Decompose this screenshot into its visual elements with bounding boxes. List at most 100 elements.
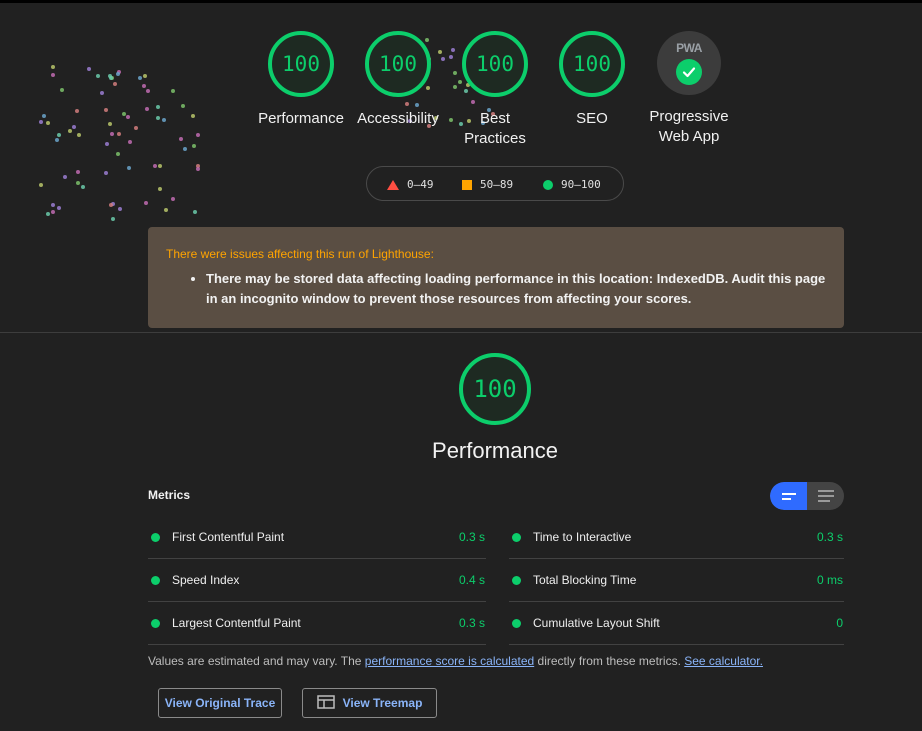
confetti-dot xyxy=(116,151,121,156)
confetti-dot xyxy=(190,113,195,118)
see-calculator-link[interactable]: See calculator. xyxy=(684,654,763,668)
metric-name: First Contentful Paint xyxy=(172,530,285,544)
confetti-dot xyxy=(75,180,80,185)
confetti-dot xyxy=(50,210,55,215)
score-calculation-link[interactable]: performance score is calculated xyxy=(365,654,534,668)
gauge-accessibility[interactable]: 100 Accessibility xyxy=(343,31,453,129)
gauge-label: Best Practices xyxy=(464,110,526,147)
metrics-note: Values are estimated and may vary. The p… xyxy=(148,654,763,668)
confetti-dot xyxy=(157,164,162,169)
confetti-dot xyxy=(55,138,60,143)
confetti-dot xyxy=(103,170,108,175)
confetti-dot xyxy=(104,141,109,146)
confetti-dot xyxy=(170,88,175,93)
metrics-column-left: First Contentful Paint 0.3 s Speed Index… xyxy=(148,516,486,645)
confetti-dot xyxy=(46,212,50,217)
confetti-dot xyxy=(191,144,196,149)
confetti-dot xyxy=(59,88,64,93)
confetti-dot xyxy=(116,72,121,77)
metric-value: 0 ms xyxy=(816,573,843,587)
confetti-dot xyxy=(57,133,62,138)
confetti-dot xyxy=(143,74,148,79)
metric-value: 0.3 s xyxy=(458,530,485,544)
confetti-dot xyxy=(39,119,44,124)
confetti-dot xyxy=(109,203,114,208)
gauge-seo[interactable]: 100 SEO xyxy=(537,31,647,129)
confetti-dot xyxy=(125,114,130,119)
gauge-label: Progressive Web App xyxy=(649,108,729,145)
metric-name: Time to Interactive xyxy=(533,530,632,544)
metric-row: Largest Contentful Paint 0.3 s xyxy=(148,602,486,645)
confetti-dot xyxy=(108,122,113,127)
pass-circle-icon xyxy=(151,619,160,628)
confetti-dot xyxy=(142,83,147,88)
confetti-dot xyxy=(51,72,56,77)
metrics-heading: Metrics xyxy=(148,488,191,502)
section-divider xyxy=(0,332,922,333)
treemap-icon xyxy=(316,694,335,712)
legend-pass-label: 90–100 xyxy=(561,178,601,191)
checkmark-icon xyxy=(676,59,702,85)
metric-name: Largest Contentful Paint xyxy=(172,616,301,630)
metric-row: Total Blocking Time 0 ms xyxy=(509,559,844,602)
view-treemap-button[interactable]: View Treemap xyxy=(302,688,437,718)
confetti-dot xyxy=(81,184,86,189)
confetti-dot xyxy=(163,208,168,213)
warning-item: There may be stored data affecting loadi… xyxy=(206,269,826,309)
gauge-label: Performance xyxy=(258,110,344,127)
pwa-logo-text: PWA xyxy=(676,41,702,55)
confetti-dot xyxy=(182,146,187,151)
confetti-dot xyxy=(110,132,115,137)
score-ring: 100 xyxy=(462,31,528,97)
performance-title: Performance xyxy=(432,438,558,463)
metric-row: Speed Index 0.4 s xyxy=(148,559,486,602)
confetti-dot xyxy=(192,210,197,215)
confetti-dot xyxy=(137,75,142,80)
pass-circle-icon xyxy=(512,533,521,542)
confetti-dot xyxy=(170,196,175,201)
gauge-performance[interactable]: 100 Performance xyxy=(246,31,356,129)
metric-value: 0 xyxy=(836,616,843,630)
confetti-dot xyxy=(143,201,148,206)
expanded-view-button[interactable] xyxy=(807,482,844,510)
metric-row: Cumulative Layout Shift 0 xyxy=(509,602,844,645)
confetti-dot xyxy=(75,169,80,174)
confetti-dot xyxy=(72,124,77,129)
circle-icon xyxy=(543,179,553,190)
pass-circle-icon xyxy=(151,576,160,585)
note-middle: directly from these metrics. xyxy=(534,654,685,668)
note-prefix: Values are estimated and may vary. The xyxy=(148,654,365,668)
metric-value: 0.3 s xyxy=(458,616,485,630)
view-original-trace-button[interactable]: View Original Trace xyxy=(158,688,282,718)
confetti-dot xyxy=(117,132,122,137)
metric-value: 0.3 s xyxy=(816,530,843,544)
confetti-dot xyxy=(127,139,132,144)
confetti-dot xyxy=(152,164,157,169)
confetti-dot xyxy=(179,137,184,142)
confetti-dot xyxy=(145,106,150,111)
gauge-label: SEO xyxy=(576,110,608,127)
confetti-dot xyxy=(62,175,67,180)
confetti-dot xyxy=(95,74,100,79)
confetti-dot xyxy=(111,216,116,221)
metric-name: Speed Index xyxy=(172,573,240,587)
confetti-dot xyxy=(156,116,161,121)
confetti-dot xyxy=(41,113,46,118)
metrics-column-right: Time to Interactive 0.3 s Total Blocking… xyxy=(509,516,844,645)
confetti-dot xyxy=(181,104,186,109)
legend-fail-label: 0–49 xyxy=(407,178,434,191)
metric-value: 0.4 s xyxy=(458,573,485,587)
confetti-dot xyxy=(146,88,151,93)
gauge-best-practices[interactable]: 100 Best Practices xyxy=(440,31,550,149)
compact-view-button[interactable] xyxy=(770,482,807,510)
score-legend: 0–49 50–89 90–100 xyxy=(366,166,624,201)
legend-pass: 90–100 xyxy=(543,178,601,191)
gauge-pwa[interactable]: PWA Progressive Web App xyxy=(634,31,744,147)
legend-average: 50–89 xyxy=(462,178,513,191)
pass-circle-icon xyxy=(151,533,160,542)
warning-title: There were issues affecting this run of … xyxy=(166,247,434,261)
confetti-dot xyxy=(51,65,56,70)
metric-row: Time to Interactive 0.3 s xyxy=(509,516,844,559)
confetti-dot xyxy=(195,133,200,138)
metrics-view-toggle[interactable] xyxy=(770,482,844,510)
